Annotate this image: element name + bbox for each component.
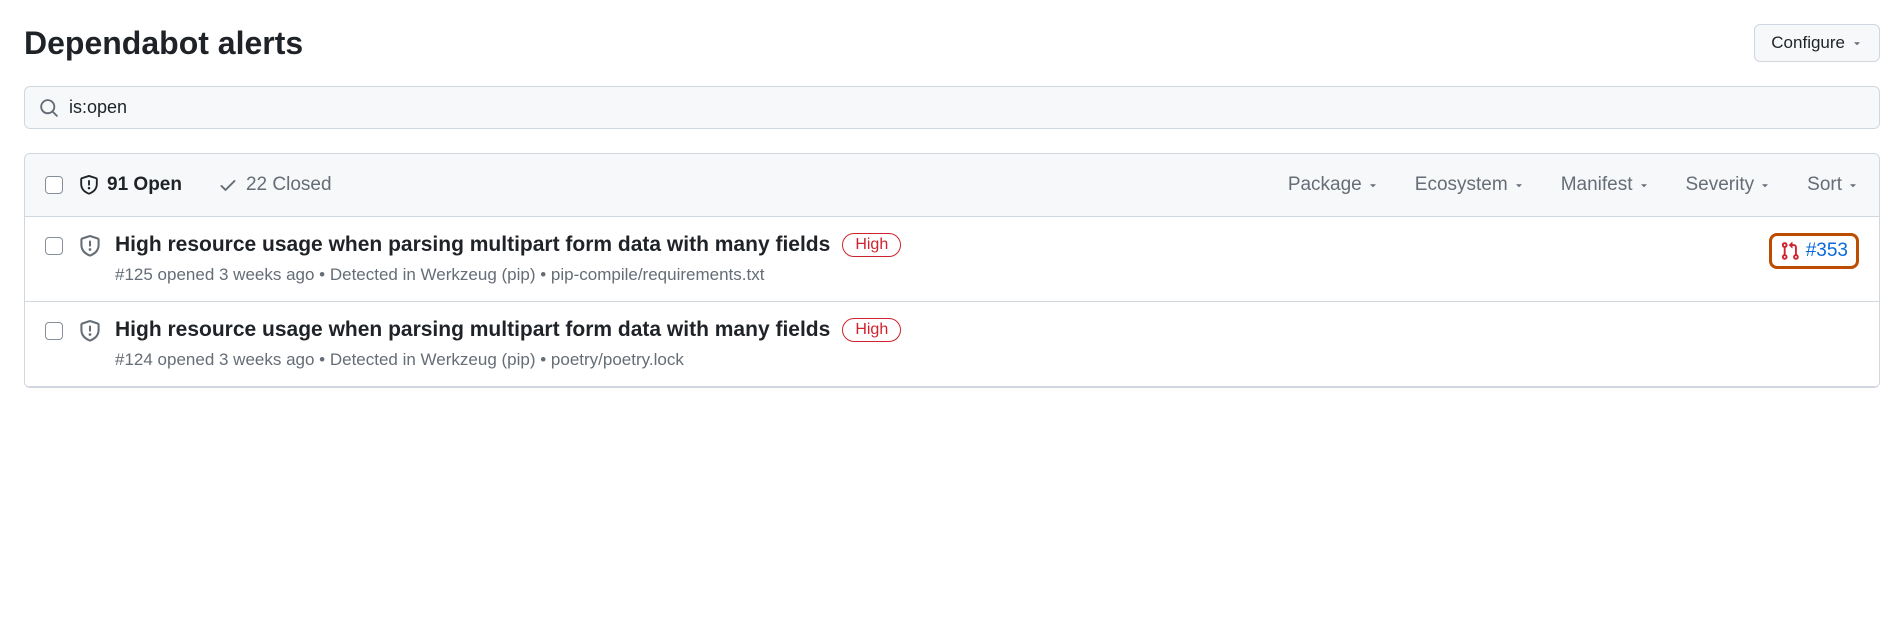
filter-sort[interactable]: Sort bbox=[1807, 174, 1859, 196]
alert-row: High resource usage when parsing multipa… bbox=[25, 302, 1879, 387]
shield-alert-icon bbox=[79, 320, 101, 342]
check-icon bbox=[218, 175, 238, 195]
alert-title-link[interactable]: High resource usage when parsing multipa… bbox=[115, 233, 830, 257]
alert-checkbox[interactable] bbox=[45, 237, 63, 255]
caret-down-icon bbox=[1847, 179, 1859, 191]
page-title: Dependabot alerts bbox=[24, 25, 303, 62]
configure-button[interactable]: Configure bbox=[1754, 24, 1880, 62]
alert-title-link[interactable]: High resource usage when parsing multipa… bbox=[115, 318, 830, 342]
caret-down-icon bbox=[1759, 179, 1771, 191]
alert-meta: #125 opened 3 weeks ago • Detected in We… bbox=[115, 265, 1769, 285]
alert-meta: #124 opened 3 weeks ago • Detected in We… bbox=[115, 350, 1859, 370]
select-all-checkbox[interactable] bbox=[45, 176, 63, 194]
shield-alert-icon bbox=[79, 235, 101, 257]
filter-ecosystem[interactable]: Ecosystem bbox=[1415, 174, 1525, 196]
caret-down-icon bbox=[1367, 179, 1379, 191]
alerts-list: 91 Open 22 Closed Package Ecosystem Mani… bbox=[24, 153, 1880, 388]
search-icon bbox=[39, 98, 59, 118]
tab-open[interactable]: 91 Open bbox=[79, 174, 182, 196]
filter-severity[interactable]: Severity bbox=[1686, 174, 1772, 196]
severity-badge: High bbox=[842, 318, 901, 342]
filter-package[interactable]: Package bbox=[1288, 174, 1379, 196]
alerts-toolbar: 91 Open 22 Closed Package Ecosystem Mani… bbox=[25, 154, 1879, 217]
shield-alert-icon bbox=[79, 175, 99, 195]
alert-row: High resource usage when parsing multipa… bbox=[25, 217, 1879, 302]
search-box[interactable] bbox=[24, 86, 1880, 129]
caret-down-icon bbox=[1851, 37, 1863, 49]
pull-request-link[interactable]: #353 bbox=[1769, 233, 1859, 269]
tab-closed[interactable]: 22 Closed bbox=[218, 174, 332, 196]
configure-label: Configure bbox=[1771, 33, 1845, 53]
alert-checkbox[interactable] bbox=[45, 322, 63, 340]
caret-down-icon bbox=[1638, 179, 1650, 191]
caret-down-icon bbox=[1513, 179, 1525, 191]
git-pull-request-icon bbox=[1780, 241, 1800, 261]
search-input[interactable] bbox=[69, 97, 1865, 118]
pull-request-number: #353 bbox=[1806, 240, 1848, 262]
filter-manifest[interactable]: Manifest bbox=[1561, 174, 1650, 196]
severity-badge: High bbox=[842, 233, 901, 257]
